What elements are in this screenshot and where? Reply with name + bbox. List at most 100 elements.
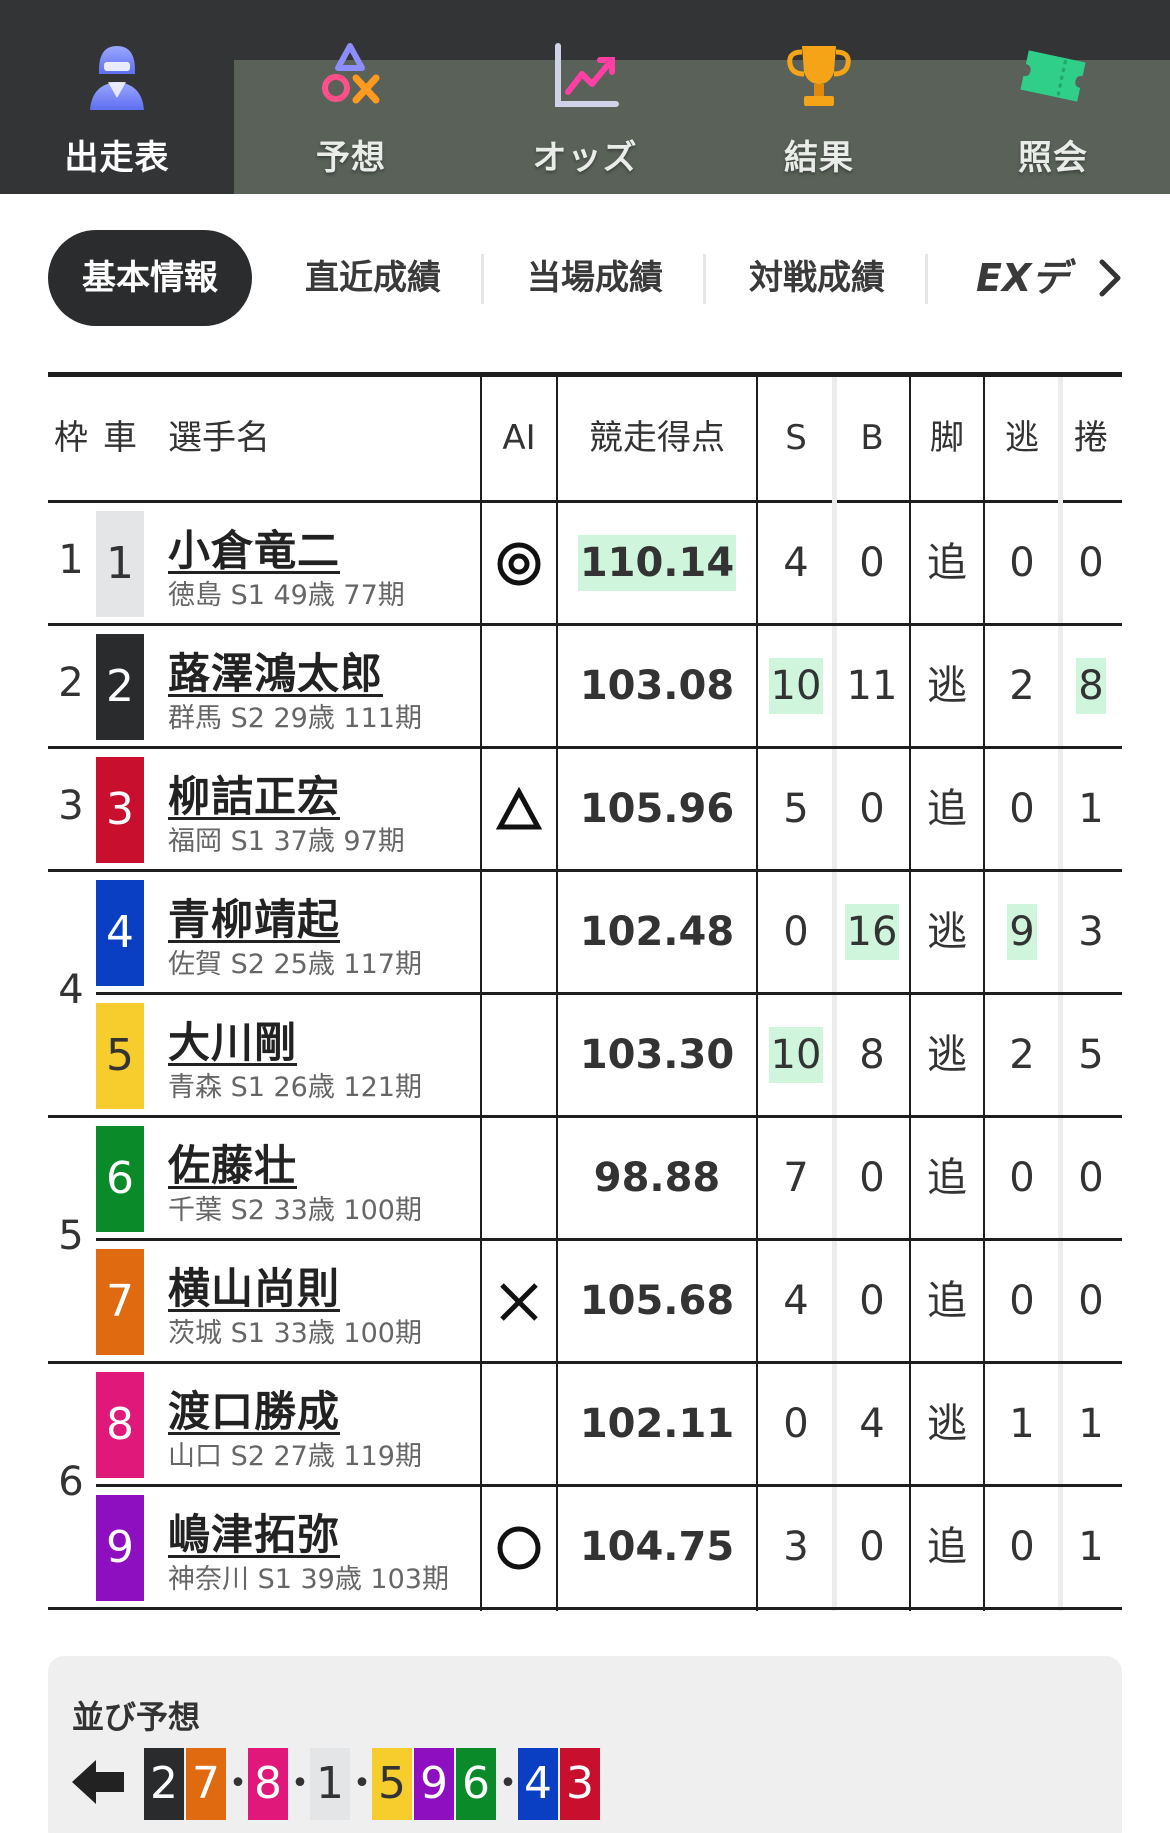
car-number-badge: 9 bbox=[96, 1495, 144, 1601]
player-name-link[interactable]: 渡口勝成 bbox=[168, 1378, 340, 1439]
stat-value: 1 bbox=[1078, 1524, 1104, 1570]
header-name: 選手名 bbox=[168, 418, 270, 458]
nav-tab-results[interactable]: 結果 bbox=[702, 0, 936, 194]
tab-head-to-head[interactable]: 対戦成績 bbox=[706, 230, 928, 326]
stat-value: 1 bbox=[1009, 1401, 1035, 1447]
chevron-right-icon[interactable] bbox=[1094, 258, 1124, 298]
stat-cell-kyaku: 逃 bbox=[910, 872, 984, 992]
stat-cell-makuri: 1 bbox=[1060, 749, 1122, 869]
tab-recent-results[interactable]: 直近成績 bbox=[262, 230, 484, 326]
stat-value: 0 bbox=[1009, 1155, 1035, 1201]
top-nav: 出走表 予想 オッズ 結果 照会 bbox=[0, 0, 1170, 194]
player-info: 神奈川 S1 39歳 103期 bbox=[168, 1564, 449, 1595]
stat-cell-b: 11 bbox=[834, 626, 910, 746]
stat-cell-b: 0 bbox=[834, 749, 910, 869]
stat-value: 0 bbox=[1009, 540, 1035, 586]
table-header: 枠 車 選手名 AI 競走得点 S B 脚 逃 捲 bbox=[48, 377, 1122, 503]
stat-value: 0 bbox=[859, 540, 885, 586]
player-name-link[interactable]: 大川剛 bbox=[168, 1009, 297, 1070]
stat-value: 逃 bbox=[927, 909, 967, 955]
arrow-left-icon bbox=[72, 1760, 124, 1804]
score-cell: 110.14 bbox=[558, 503, 756, 623]
line-prediction: 並び予想 2 7 • 8 • 1 • 5 9 6 • 4 3 bbox=[48, 1656, 1122, 1833]
table-row: 9 嶋津拓弥 神奈川 S1 39歳 103期 104.75 3 0 追 0 1 bbox=[48, 1487, 1122, 1610]
stat-cell-kyaku: 逃 bbox=[910, 995, 984, 1115]
car-number-badge: 8 bbox=[96, 1372, 144, 1478]
stat-value: 0 bbox=[1078, 540, 1104, 586]
stat-value: 0 bbox=[783, 909, 809, 955]
score-cell: 105.96 bbox=[558, 749, 756, 869]
player-info: 山口 S2 27歳 119期 bbox=[168, 1441, 422, 1472]
line-car-badge: 2 bbox=[144, 1748, 184, 1820]
tab-basic-info[interactable]: 基本情報 bbox=[48, 230, 252, 326]
stat-cell-s: 0 bbox=[758, 872, 834, 992]
nav-label: 予想 bbox=[316, 138, 386, 178]
stat-cell-s: 10 bbox=[758, 995, 834, 1115]
table-row: 6 佐藤壮 千葉 S2 33歳 100期 98.88 7 0 追 0 0 bbox=[48, 1118, 1122, 1241]
cross-mark-icon bbox=[500, 1283, 538, 1321]
score-value: 105.68 bbox=[579, 1278, 735, 1324]
player-name-link[interactable]: 横山尚則 bbox=[168, 1255, 340, 1316]
stat-value: 0 bbox=[859, 1278, 885, 1324]
line-car-badge: 1 bbox=[310, 1748, 350, 1820]
line-prediction-title: 並び予想 bbox=[72, 1698, 201, 1736]
car-number-badge: 3 bbox=[96, 757, 144, 863]
stat-cell-nige: 9 bbox=[984, 872, 1060, 992]
score-value: 104.75 bbox=[579, 1524, 735, 1570]
header-waku: 枠 bbox=[54, 418, 88, 458]
stat-value: 7 bbox=[783, 1155, 809, 1201]
stat-value: 1 bbox=[1078, 786, 1104, 832]
header-score: 競走得点 bbox=[589, 418, 725, 458]
tab-venue-results[interactable]: 当場成績 bbox=[484, 230, 706, 326]
nav-tab-odds[interactable]: オッズ bbox=[468, 0, 702, 194]
line-car-badge: 7 bbox=[186, 1748, 226, 1820]
stat-cell-nige: 0 bbox=[984, 1241, 1060, 1361]
stat-value: 0 bbox=[859, 1524, 885, 1570]
stat-cell-makuri: 1 bbox=[1060, 1364, 1122, 1484]
stat-value: 0 bbox=[1078, 1155, 1104, 1201]
nav-tab-prediction[interactable]: 予想 bbox=[234, 0, 468, 194]
player-name-link[interactable]: 小倉竜二 bbox=[168, 517, 340, 578]
player-name-link[interactable]: 蕗澤鴻太郎 bbox=[168, 640, 383, 701]
nav-label: オッズ bbox=[532, 138, 638, 178]
score-value: 103.30 bbox=[579, 1032, 735, 1078]
stat-value: 逃 bbox=[927, 1032, 967, 1078]
score-cell: 103.30 bbox=[558, 995, 756, 1115]
tab-ex-data[interactable]: EXデ bbox=[976, 230, 1069, 326]
stat-value: 9 bbox=[1007, 904, 1037, 960]
stat-value: 8 bbox=[1076, 658, 1106, 714]
stat-value: 追 bbox=[927, 540, 967, 586]
row-divider bbox=[48, 1607, 1122, 1610]
stat-value: 4 bbox=[783, 540, 809, 586]
table-row: 8 渡口勝成 山口 S2 27歳 119期 102.11 0 4 逃 1 1 bbox=[48, 1364, 1122, 1487]
stat-value: 0 bbox=[1009, 1278, 1035, 1324]
stat-cell-makuri: 0 bbox=[1060, 1118, 1122, 1238]
stat-value: 10 bbox=[768, 1027, 824, 1083]
stat-value: 3 bbox=[1078, 909, 1104, 955]
stat-cell-makuri: 5 bbox=[1060, 995, 1122, 1115]
header-kyaku: 脚 bbox=[930, 418, 964, 458]
entry-table: 枠 車 選手名 AI 競走得点 S B 脚 逃 捲 1 2 3 4 5 6 1小… bbox=[48, 372, 1122, 1611]
score-cell: 105.68 bbox=[558, 1241, 756, 1361]
stat-value: 11 bbox=[846, 663, 898, 709]
stat-cell-s: 0 bbox=[758, 1364, 834, 1484]
table-row: 2 蕗澤鴻太郎 群馬 S2 29歳 111期 103.08 10 11 逃 2 8 bbox=[48, 626, 1122, 749]
stat-cell-s: 4 bbox=[758, 1241, 834, 1361]
line-separator-dot: • bbox=[229, 1766, 247, 1801]
header-car: 車 bbox=[103, 418, 137, 458]
stat-cell-b: 0 bbox=[834, 1241, 910, 1361]
stat-value: 追 bbox=[927, 1278, 967, 1324]
stat-value: 1 bbox=[1078, 1401, 1104, 1447]
score-value: 103.08 bbox=[579, 663, 735, 709]
stat-value: 2 bbox=[1009, 663, 1035, 709]
car-number-badge: 5 bbox=[96, 1003, 144, 1109]
player-name-link[interactable]: 嶋津拓弥 bbox=[168, 1501, 340, 1562]
nav-tab-entries[interactable]: 出走表 bbox=[0, 0, 234, 194]
stat-cell-nige: 2 bbox=[984, 626, 1060, 746]
nav-tab-inquiry[interactable]: 照会 bbox=[936, 0, 1170, 194]
table-row: 3 柳詰正宏 福岡 S1 37歳 97期 105.96 5 0 追 0 1 bbox=[48, 749, 1122, 872]
player-name-link[interactable]: 佐藤壮 bbox=[168, 1132, 297, 1193]
player-name-link[interactable]: 柳詰正宏 bbox=[168, 763, 340, 824]
player-name-link[interactable]: 青柳靖起 bbox=[168, 886, 340, 947]
car-number-badge: 2 bbox=[96, 634, 144, 740]
